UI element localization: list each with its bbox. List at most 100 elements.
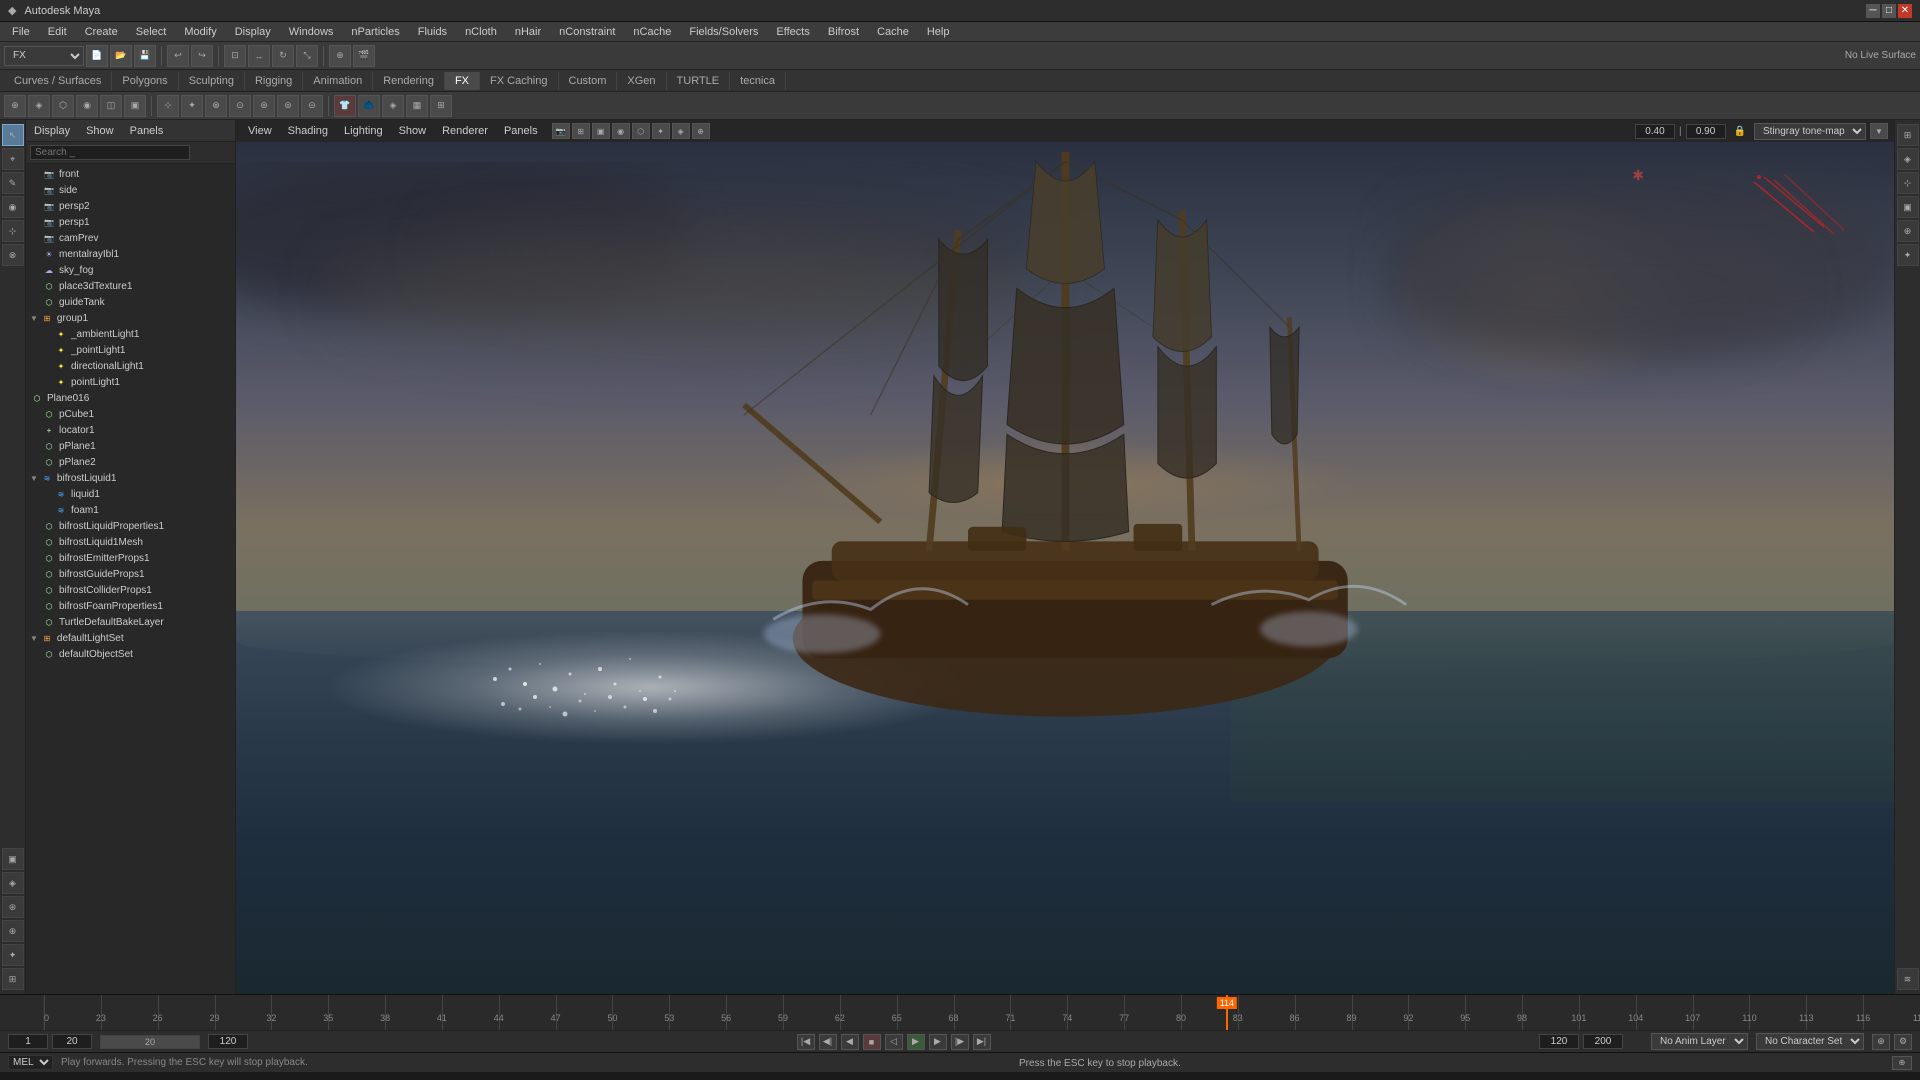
outliner-item-pointlight1[interactable]: ✦ _pointLight1 — [26, 342, 235, 358]
vp-wireframe-btn[interactable]: ▣ — [592, 123, 610, 139]
outliner-item-pcube1[interactable]: ⬡ pCube1 — [26, 406, 235, 422]
tb-scale[interactable]: ⤡ — [296, 45, 318, 67]
menu-create[interactable]: Create — [77, 24, 126, 40]
pb-prev-frame[interactable]: ◀ — [841, 1034, 859, 1050]
start-frame-input[interactable] — [8, 1034, 48, 1049]
menu-fields[interactable]: Fields/Solvers — [681, 24, 766, 40]
outliner-show-menu[interactable]: Show — [86, 125, 114, 137]
outliner-item-bifrost-guide[interactable]: ⬡ bifrostGuideProps1 — [26, 566, 235, 582]
pb-skip-end[interactable]: ▶| — [973, 1034, 991, 1050]
menu-windows[interactable]: Windows — [281, 24, 342, 40]
tb-new[interactable]: 📄 — [86, 45, 108, 67]
vp-tone-dropdown[interactable]: Stingray tone-map — [1754, 123, 1866, 140]
tb-redo[interactable]: ↪ — [191, 45, 213, 67]
playback-start-input[interactable] — [52, 1034, 92, 1049]
fx-tool-12[interactable]: ⊜ — [277, 95, 299, 117]
anim-layer-dropdown[interactable]: No Anim Layer — [1651, 1033, 1748, 1050]
outliner-item-place3d[interactable]: ⬡ place3dTexture1 — [26, 278, 235, 294]
right-tool-bottom-1[interactable]: ≋ — [1897, 968, 1919, 990]
menu-select[interactable]: Select — [128, 24, 175, 40]
vp-tone-settings-btn[interactable]: ▼ — [1870, 123, 1888, 139]
tool-quick-select[interactable]: ◈ — [2, 872, 24, 894]
outliner-item-group1[interactable]: ▼ ⊞ group1 — [26, 310, 235, 326]
outliner-item-plane016[interactable]: ⬡ Plane016 — [26, 390, 235, 406]
outliner-item-guidetank[interactable]: ⬡ guideTank — [26, 294, 235, 310]
outliner-display-menu[interactable]: Display — [34, 125, 70, 137]
tab-curves-surfaces[interactable]: Curves / Surfaces — [4, 72, 112, 90]
outliner-item-foam1[interactable]: ≋ foam1 — [26, 502, 235, 518]
close-button[interactable]: ✕ — [1898, 4, 1912, 18]
tab-tecnica[interactable]: tecnica — [730, 72, 786, 90]
outliner-item-side[interactable]: 📷 side — [26, 182, 235, 198]
tb-move[interactable]: ↔ — [248, 45, 270, 67]
tab-turtle[interactable]: TURTLE — [667, 72, 731, 90]
tab-xgen[interactable]: XGen — [617, 72, 666, 90]
tb-open[interactable]: 📂 — [110, 45, 132, 67]
viewport-panel[interactable]: View Shading Lighting Show Renderer Pane… — [236, 120, 1894, 994]
menu-effects[interactable]: Effects — [768, 24, 817, 40]
tb-snap[interactable]: ⊕ — [329, 45, 351, 67]
tab-animation[interactable]: Animation — [303, 72, 373, 90]
outliner-item-locator1[interactable]: + locator1 — [26, 422, 235, 438]
range-end-input[interactable] — [1539, 1034, 1579, 1049]
fx-cloth-2[interactable]: 🧥 — [358, 95, 380, 117]
vp-shadow-btn[interactable]: ◈ — [672, 123, 690, 139]
outliner-item-bifrost-collider[interactable]: ⬡ bifrostColliderProps1 — [26, 582, 235, 598]
vp-texture-btn[interactable]: ⬡ — [632, 123, 650, 139]
tab-rigging[interactable]: Rigging — [245, 72, 303, 90]
menu-cache[interactable]: Cache — [869, 24, 917, 40]
outliner-item-defaultlightset[interactable]: ▼ ⊞ defaultLightSet — [26, 630, 235, 646]
vp-grid-btn[interactable]: ⊞ — [572, 123, 590, 139]
vp-shading-menu[interactable]: Shading — [282, 124, 334, 138]
tool-crease[interactable]: ⊛ — [2, 896, 24, 918]
right-tool-5[interactable]: ⊕ — [1897, 220, 1919, 242]
tb-render[interactable]: 🎬 — [353, 45, 375, 67]
timeline-ruler[interactable]: 2023262932353841444750535659626568717477… — [44, 995, 1920, 1030]
tool-measure[interactable]: ⊗ — [2, 244, 24, 266]
right-tool-6[interactable]: ✦ — [1897, 244, 1919, 266]
fx-tool-3[interactable]: ⬡ — [52, 95, 74, 117]
fx-cloth-3[interactable]: ◈ — [382, 95, 404, 117]
right-tool-1[interactable]: ⊞ — [1897, 124, 1919, 146]
right-tool-4[interactable]: ▣ — [1897, 196, 1919, 218]
menu-display[interactable]: Display — [227, 24, 279, 40]
pb-skip-start[interactable]: |◀ — [797, 1034, 815, 1050]
menu-help[interactable]: Help — [919, 24, 958, 40]
minimize-button[interactable]: ─ — [1866, 4, 1880, 18]
tb-undo[interactable]: ↩ — [167, 45, 189, 67]
outliner-panels-menu[interactable]: Panels — [130, 125, 164, 137]
scene-mode-dropdown[interactable]: FX Polygons Sculpting — [4, 46, 84, 66]
tool-lasso[interactable]: ⌖ — [2, 148, 24, 170]
tool-display[interactable]: ▣ — [2, 848, 24, 870]
menu-fluids[interactable]: Fluids — [410, 24, 455, 40]
outliner-item-pplane2[interactable]: ⬡ pPlane2 — [26, 454, 235, 470]
status-indicator[interactable]: ⊕ — [1892, 1056, 1912, 1070]
command-mode-dropdown[interactable]: MEL — [8, 1055, 53, 1070]
vp-smooth-btn[interactable]: ◉ — [612, 123, 630, 139]
fx-tool-6[interactable]: ▣ — [124, 95, 146, 117]
tab-polygons[interactable]: Polygons — [112, 72, 178, 90]
outliner-item-bifrost-foam[interactable]: ⬡ bifrostFoamProperties1 — [26, 598, 235, 614]
menu-nparticles[interactable]: nParticles — [343, 24, 407, 40]
vp-show-menu[interactable]: Show — [393, 124, 433, 138]
tool-paint[interactable]: ✎ — [2, 172, 24, 194]
outliner-item-persp1[interactable]: 📷 persp1 — [26, 214, 235, 230]
tool-snap-together[interactable]: ⊕ — [2, 920, 24, 942]
fx-tool-10[interactable]: ⊙ — [229, 95, 251, 117]
fx-cloth-1[interactable]: 👕 — [334, 95, 356, 117]
tb-rotate[interactable]: ↻ — [272, 45, 294, 67]
tool-select[interactable]: ↖ — [2, 124, 24, 146]
vp-camera-btn[interactable]: 📷 — [552, 123, 570, 139]
char-set-dropdown[interactable]: No Character Set — [1756, 1033, 1864, 1050]
pb-play-fwd[interactable]: ▶ — [907, 1034, 925, 1050]
vp-panels-menu[interactable]: Panels — [498, 124, 544, 138]
vp-renderer-menu[interactable]: Renderer — [436, 124, 494, 138]
menu-bifrost[interactable]: Bifrost — [820, 24, 867, 40]
menu-modify[interactable]: Modify — [176, 24, 224, 40]
outliner-item-skyfog[interactable]: ☁ sky_fog — [26, 262, 235, 278]
tab-fx[interactable]: FX — [445, 72, 480, 90]
pb-prev-key[interactable]: ◀| — [819, 1034, 837, 1050]
fx-tool-5[interactable]: ◫ — [100, 95, 122, 117]
tab-fx-caching[interactable]: FX Caching — [480, 72, 558, 90]
pb-next-key[interactable]: |▶ — [951, 1034, 969, 1050]
